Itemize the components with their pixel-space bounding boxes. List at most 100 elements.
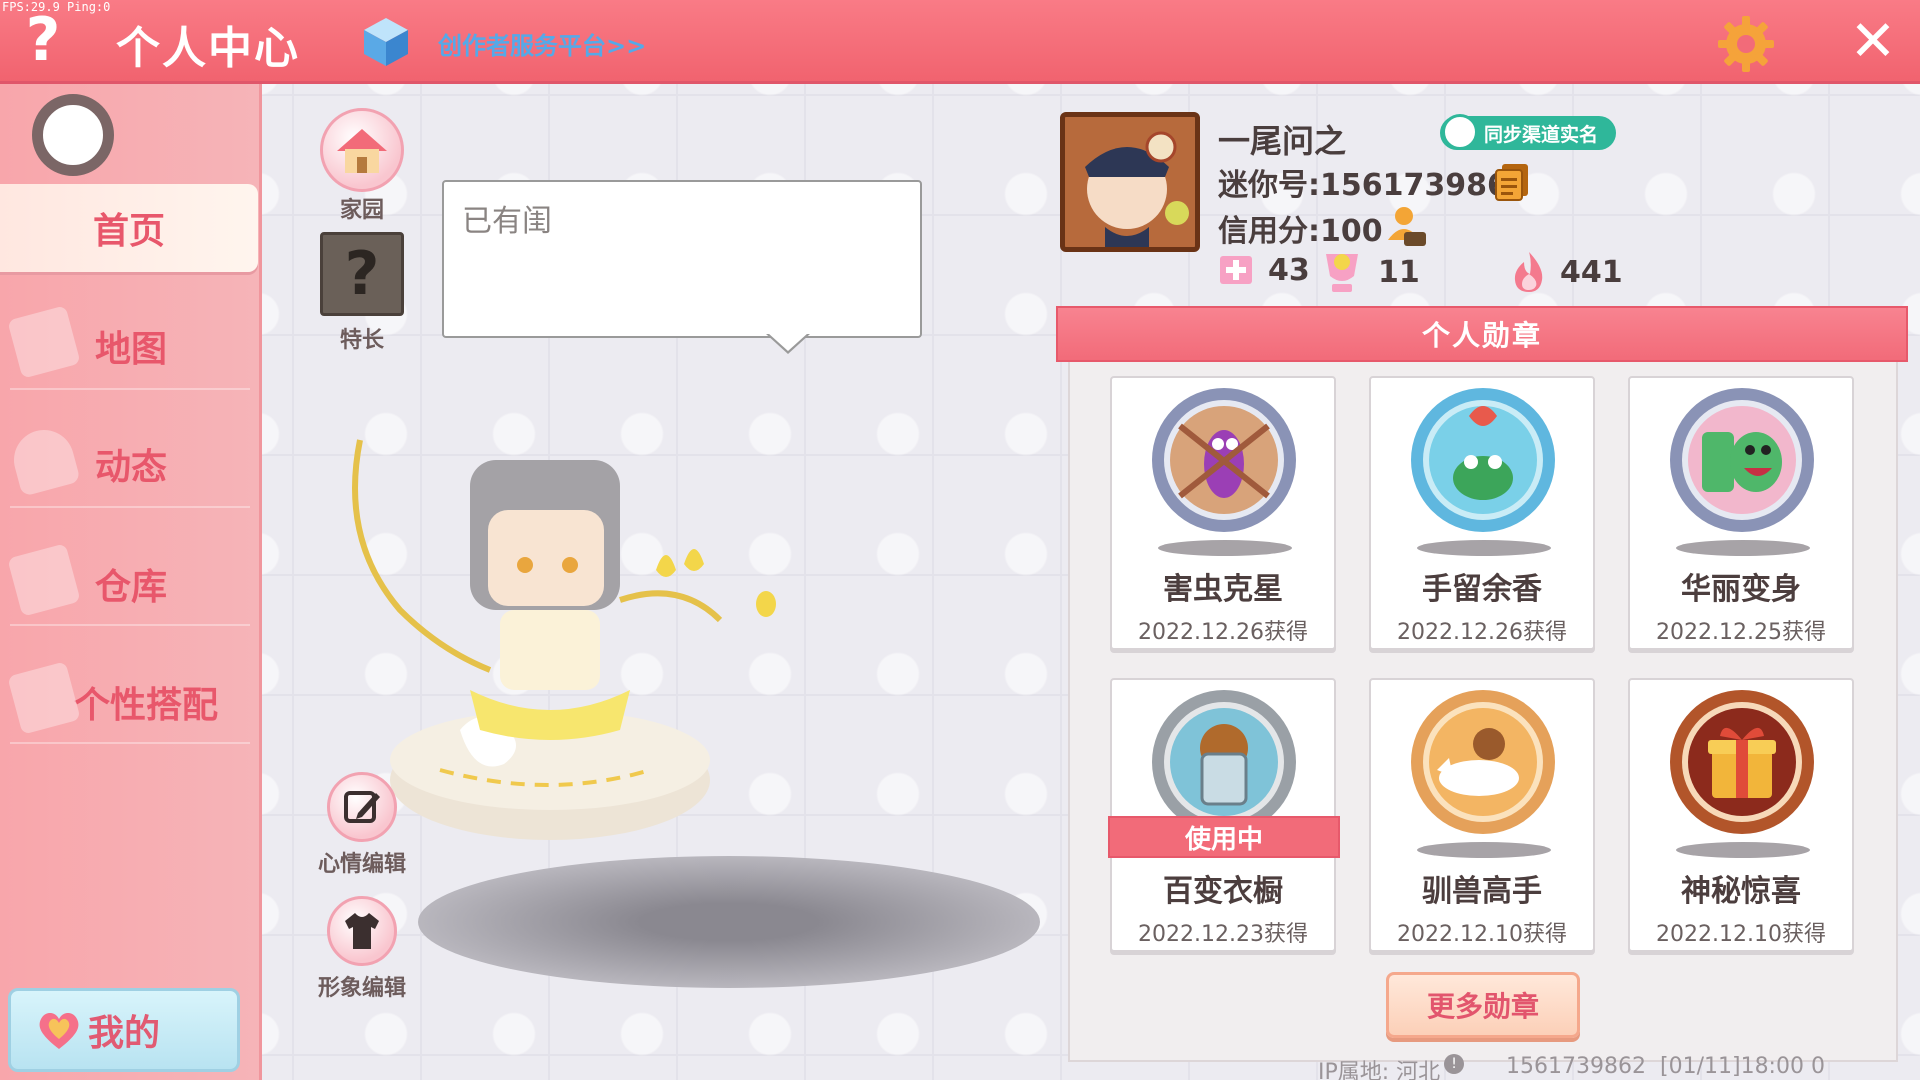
- avatar-edit-label: 形象编辑: [317, 976, 406, 1001]
- medal-name: 驯兽高手: [1422, 874, 1542, 909]
- mini-id: 迷你号:1561739862: [1218, 168, 1529, 203]
- medal-date: 2022.12.26获得: [1397, 620, 1567, 645]
- sync-realname-button[interactable]: 同步渠道实名: [1440, 114, 1616, 150]
- trophy-icon: [1326, 254, 1358, 292]
- stat-value: 43: [1268, 252, 1310, 288]
- medal-card[interactable]: 使用中 百变衣橱 2022.12.23获得: [1108, 678, 1340, 952]
- sidebar-item-outfit[interactable]: 个性搭配: [0, 658, 262, 746]
- sidebar-item-label: 动态: [94, 447, 167, 488]
- giftbox-medal-icon: [1670, 690, 1814, 834]
- divider: [10, 388, 250, 390]
- medal-date: 2022.12.10获得: [1397, 922, 1567, 947]
- medal-base: [1158, 540, 1292, 556]
- cube-icon[interactable]: [362, 16, 410, 68]
- wardrobe-medal-icon: [1152, 690, 1296, 834]
- bubble-tail-inner: [768, 333, 808, 351]
- medal-name: 神秘惊喜: [1681, 874, 1801, 909]
- gear-icon[interactable]: [1716, 14, 1776, 74]
- close-icon[interactable]: ✕: [1848, 14, 1898, 70]
- divider: [10, 742, 250, 744]
- avatar-edit-button[interactable]: 形象编辑: [314, 896, 410, 1002]
- divider: [10, 624, 250, 626]
- sidebar-item-map[interactable]: 地图: [0, 302, 262, 390]
- more-medals-button[interactable]: 更多勋章: [1386, 972, 1580, 1038]
- sidebar-item-warehouse[interactable]: 仓库: [0, 540, 262, 628]
- profile-avatar[interactable]: [1060, 112, 1200, 252]
- mood-edit-label: 心情编辑: [317, 852, 406, 877]
- username: 一尾问之: [1218, 122, 1347, 160]
- uid-readout: 1561739862: [1506, 1054, 1646, 1079]
- edit-icon: [327, 772, 397, 842]
- house-icon: [7, 543, 81, 617]
- stat-value: 441: [1560, 254, 1623, 290]
- rider-medal-icon: [1411, 690, 1555, 834]
- sidebar-item-home[interactable]: 首页: [0, 184, 258, 272]
- mood-bubble[interactable]: 已有闺: [442, 180, 922, 338]
- home-label: 家园: [339, 198, 384, 223]
- question-icon: ?: [320, 232, 404, 316]
- page-title: 个人中心: [116, 23, 300, 74]
- frog-medal-icon: [1411, 388, 1555, 532]
- in-use-badge: 使用中: [1108, 816, 1340, 858]
- info-icon[interactable]: !: [1444, 1054, 1464, 1074]
- medal-panel-header: 个人勋章: [1056, 306, 1908, 362]
- medal-date: 2022.12.23获得: [1138, 922, 1308, 947]
- stat-trophies: 11: [1318, 250, 1420, 294]
- more-medals-label: 更多勋章: [1426, 990, 1539, 1023]
- sidebar-item-feed[interactable]: 动态: [0, 420, 262, 508]
- mood-edit-button[interactable]: 心情编辑: [314, 772, 410, 878]
- ip-location: IP属地: 河北: [1318, 1060, 1441, 1080]
- medal-card[interactable]: 驯兽高手 2022.12.10获得: [1369, 678, 1595, 952]
- mood-text: 已有闺: [462, 204, 552, 239]
- medal-name: 华丽变身: [1681, 572, 1801, 607]
- gift-icon: [1220, 256, 1252, 284]
- medal-date: 2022.12.25获得: [1656, 620, 1826, 645]
- avatar[interactable]: [32, 94, 114, 176]
- map-icon: [7, 305, 81, 379]
- medal-card[interactable]: 神秘惊喜 2022.12.10获得: [1628, 678, 1854, 952]
- medal-card[interactable]: 手留余香 2022.12.26获得: [1369, 376, 1595, 650]
- medal-date: 2022.12.10获得: [1656, 922, 1826, 947]
- top-bar: FPS:29.9 Ping:0 ? 个人中心 创作者服务平台>> ✕: [0, 0, 1920, 84]
- outfit-icon: [327, 896, 397, 966]
- user-verify-icon: [1442, 114, 1478, 150]
- medal-card[interactable]: 害虫克星 2022.12.26获得: [1110, 376, 1336, 650]
- medal-name: 百变衣橱: [1163, 874, 1283, 909]
- bell-icon: [7, 423, 81, 497]
- credit-score: 信用分:100: [1218, 214, 1383, 249]
- dino-medal-icon: [1670, 388, 1814, 532]
- help-icon[interactable]: ?: [18, 8, 68, 72]
- sidebar-item-label: 首页: [92, 211, 165, 252]
- home-icon: [320, 108, 404, 192]
- flame-icon: [1514, 252, 1543, 292]
- medal-base: [1417, 842, 1551, 858]
- medal-card[interactable]: 华丽变身 2022.12.25获得: [1628, 376, 1854, 650]
- creator-platform-link[interactable]: 创作者服务平台>>: [438, 26, 646, 61]
- heart-icon: [39, 1013, 79, 1049]
- mine-button[interactable]: 我的: [8, 988, 240, 1072]
- medal-base: [1676, 842, 1810, 858]
- shirt-icon: [7, 661, 81, 735]
- sidebar-item-label: 地图: [94, 329, 167, 370]
- character-shadow: [418, 856, 1040, 988]
- medal-base: [1676, 540, 1810, 556]
- sidebar-item-label: 个性搭配: [73, 685, 218, 726]
- stat-value: 11: [1378, 254, 1420, 290]
- profile-portrait-icon: [1065, 117, 1195, 247]
- sync-label: 同步渠道实名: [1484, 123, 1599, 146]
- build-info: [01/11]18:00 0 [58]1.22.1: [1660, 1054, 1825, 1080]
- medal-date: 2022.12.26获得: [1138, 620, 1308, 645]
- mine-label: 我的: [87, 1013, 160, 1054]
- copy-icon[interactable]: [1494, 162, 1530, 202]
- stat-gifts: 43: [1216, 250, 1310, 290]
- sidebar-item-label: 仓库: [94, 567, 167, 608]
- medal-base: [1417, 540, 1551, 556]
- home-garden-button[interactable]: 家园: [314, 108, 410, 224]
- divider: [10, 506, 250, 508]
- medal-name: 手留余香: [1422, 572, 1542, 607]
- stat-popularity: 441: [1510, 250, 1623, 294]
- bug-medal-icon: [1152, 388, 1296, 532]
- credit-user-icon[interactable]: [1384, 204, 1428, 248]
- specialty-button[interactable]: ? 特长: [314, 232, 410, 354]
- medal-name: 害虫克星: [1163, 572, 1283, 607]
